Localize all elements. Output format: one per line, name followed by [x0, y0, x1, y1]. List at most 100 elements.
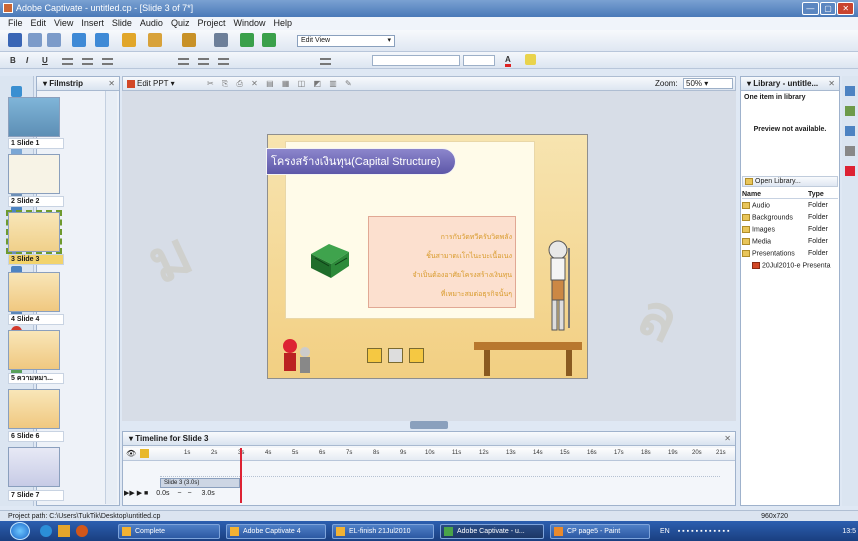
slide-thumbnail[interactable] — [6, 210, 62, 254]
forward-nav-button[interactable] — [409, 348, 424, 363]
font-size-field[interactable] — [463, 55, 495, 66]
slide-label[interactable]: 1 Slide 1 — [8, 138, 64, 149]
library-column-headers[interactable]: Name Type — [742, 191, 838, 199]
record-icon[interactable] — [95, 33, 109, 47]
slide-timeline-bar[interactable]: Slide 3 (3.0s) — [160, 478, 240, 488]
slide-label[interactable]: 7 Slide 7 — [8, 490, 64, 501]
library-item[interactable]: Audio Folder — [742, 202, 838, 209]
slide-thumbnail[interactable] — [8, 447, 60, 487]
slide-thumbnail[interactable] — [8, 389, 60, 429]
close-icon[interactable]: ✕ — [828, 77, 835, 91]
slide-thumbnail[interactable] — [8, 97, 60, 137]
zoom-dropdown[interactable]: 50% ▾ — [683, 78, 733, 89]
clock[interactable]: 13:5 — [842, 524, 856, 539]
indent-icon[interactable] — [218, 58, 229, 65]
library-icon[interactable] — [845, 106, 855, 116]
italic-button[interactable]: I — [26, 56, 28, 65]
eye-icon[interactable]: 👁 — [126, 449, 136, 458]
stage-tools-icons[interactable]: ✂ ⎘ ⎙ ✕ ▤ ▦ ◫ ◩ ▥ ✎ — [207, 79, 355, 89]
publish-icon[interactable] — [182, 33, 196, 47]
next-arrow-icon[interactable] — [262, 33, 276, 47]
task-paint[interactable]: CP page5 - Paint — [550, 524, 650, 539]
knight-character-image[interactable] — [541, 228, 575, 340]
menu-view[interactable]: View — [54, 17, 73, 30]
filmstrip-scrollbar[interactable] — [105, 91, 117, 504]
play-button[interactable]: ▶▶ ▶ ■ — [124, 490, 148, 497]
properties-icon[interactable] — [845, 86, 855, 96]
font-color-button[interactable]: A — [505, 55, 511, 67]
library-item[interactable]: Backgrounds Folder — [742, 214, 838, 221]
menu-edit[interactable]: Edit — [31, 17, 47, 30]
tray-icons[interactable]: ▪▪▪▪▪▪▪▪▪▪▪▪ — [678, 528, 732, 535]
slide-label[interactable]: 2 Slide 2 — [8, 196, 64, 207]
preview-icon[interactable] — [214, 33, 228, 47]
slide-label[interactable]: 4 Slide 4 — [8, 314, 64, 325]
delete-icon[interactable] — [845, 166, 855, 176]
bold-button[interactable]: B — [10, 56, 16, 65]
library-item[interactable]: Media Folder — [742, 238, 838, 245]
task-captivate4[interactable]: Adobe Captivate 4 — [226, 524, 326, 539]
edit-view-dropdown[interactable]: Edit View — [297, 35, 395, 47]
menu-quiz[interactable]: Quiz — [171, 17, 190, 30]
menu-window[interactable]: Window — [233, 17, 265, 30]
edit-ppt-button[interactable]: Edit PPT ▾ — [127, 79, 175, 88]
font-name-field[interactable] — [372, 55, 460, 66]
menu-help[interactable]: Help — [274, 17, 293, 30]
close-icon[interactable]: ✕ — [724, 432, 731, 446]
slide-title[interactable]: โครงสร้างเงินทุน(Capital Structure) — [266, 148, 456, 175]
close-icon[interactable]: ✕ — [108, 77, 115, 91]
numbering-icon[interactable] — [198, 58, 209, 65]
align-right-icon[interactable] — [102, 58, 113, 65]
panel-splitter[interactable] — [410, 421, 448, 429]
menu-insert[interactable]: Insert — [81, 17, 104, 30]
slide-thumbnail[interactable] — [8, 272, 60, 312]
task-el-finish[interactable]: EL-finish 21Jul2010 — [332, 524, 434, 539]
lock-icon[interactable] — [140, 449, 149, 458]
open-library-button[interactable]: Open Library... — [742, 176, 838, 187]
zoom-out-button[interactable]: − — [177, 490, 181, 497]
firefox-icon[interactable] — [76, 525, 88, 537]
redo-icon[interactable] — [47, 33, 61, 47]
task-captivate-active[interactable]: Adobe Captivate - u... — [440, 524, 544, 539]
widget-icon[interactable] — [845, 126, 855, 136]
bullets-icon[interactable] — [178, 58, 189, 65]
close-button[interactable]: ✕ — [837, 2, 855, 15]
library-item[interactable]: Presentations Folder — [742, 250, 838, 257]
new-slide-icon[interactable] — [72, 33, 86, 47]
insert-icon[interactable] — [122, 33, 136, 47]
library-item[interactable]: Images Folder — [742, 226, 838, 233]
prev-arrow-icon[interactable] — [240, 33, 254, 47]
timeline-track[interactable] — [160, 463, 720, 477]
highlight-icon[interactable] — [525, 54, 536, 65]
slide-label[interactable]: 5 ความหมา... — [8, 373, 64, 384]
align-left-icon[interactable] — [62, 58, 73, 65]
minimize-button[interactable]: — — [802, 2, 819, 15]
menu-project[interactable]: Project — [197, 17, 225, 30]
explorer-icon[interactable] — [58, 525, 70, 537]
select-tool-icon[interactable] — [11, 86, 22, 97]
zoom-in-button[interactable]: − — [187, 490, 191, 497]
menu-file[interactable]: File — [8, 17, 23, 30]
start-button[interactable] — [10, 522, 30, 540]
menu-audio[interactable]: Audio — [140, 17, 163, 30]
back-nav-button[interactable] — [367, 348, 382, 363]
task-complete[interactable]: Complete — [118, 524, 220, 539]
menu-slide[interactable]: Slide — [112, 17, 132, 30]
save-icon[interactable] — [8, 33, 22, 47]
slide-thumbnail[interactable] — [8, 330, 60, 370]
effects-icon[interactable] — [845, 146, 855, 156]
home-nav-button[interactable] — [388, 348, 403, 363]
image-icon[interactable] — [148, 33, 162, 47]
maximize-button[interactable]: ▢ — [819, 2, 837, 15]
slide-label[interactable]: 6 Slide 6 — [8, 431, 64, 442]
money-stack-image[interactable] — [307, 238, 353, 280]
ie-icon[interactable] — [40, 525, 52, 537]
underline-button[interactable]: U — [42, 56, 48, 65]
slide-label[interactable]: 3 Slide 3 — [8, 254, 64, 265]
symbol-icon[interactable] — [320, 58, 331, 65]
library-item[interactable]: 20Jul2010-e Presenta — [742, 262, 838, 269]
slide-thumbnail[interactable] — [8, 154, 60, 194]
align-center-icon[interactable] — [82, 58, 93, 65]
language-indicator[interactable]: EN — [660, 528, 670, 535]
undo-icon[interactable] — [28, 33, 42, 47]
